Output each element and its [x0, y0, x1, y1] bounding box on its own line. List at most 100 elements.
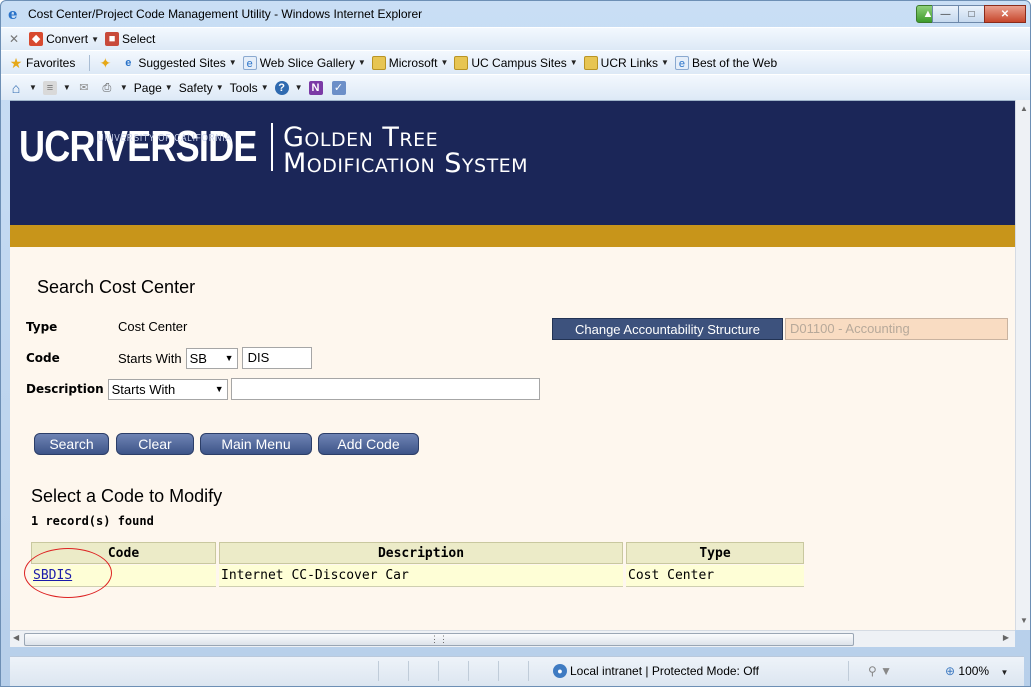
chevron-down-icon: ▼: [294, 83, 303, 92]
intranet-globe-icon: ●: [553, 664, 567, 678]
scroll-thumb[interactable]: ⋮⋮: [24, 633, 854, 646]
convert-toolbar: ✕ ◆ Convert ▼ ■ Select: [1, 27, 1030, 50]
scroll-right-icon[interactable]: ▶: [1003, 633, 1009, 642]
description-operator-select[interactable]: Starts With ▼: [107, 378, 228, 400]
favorites-label: Favorites: [26, 55, 76, 70]
add-code-button[interactable]: Add Code: [318, 433, 419, 455]
select-menu[interactable]: ■ Select: [105, 32, 155, 46]
chevron-down-icon: ▼: [215, 83, 224, 92]
system-title: Golden Tree Modification System: [283, 124, 529, 179]
home-icon: ⌂: [11, 79, 21, 96]
chevron-down-icon: ▼: [228, 58, 237, 67]
toolbar-close-icon[interactable]: ✕: [9, 32, 19, 46]
chevron-down-icon: ▼: [224, 353, 234, 363]
system-title-line2: Modification System: [283, 148, 529, 179]
chevron-down-icon: ▼: [62, 83, 71, 92]
code-input[interactable]: DIS: [241, 347, 312, 369]
status-divider: [528, 661, 529, 681]
code-prefix-select[interactable]: SB ▼: [185, 347, 238, 369]
add-favorite-button[interactable]: ✦: [98, 56, 115, 70]
help-icon: ?: [274, 80, 289, 95]
chevron-down-icon: ▼: [440, 58, 449, 67]
tools-menu[interactable]: Tools ▼: [230, 81, 269, 95]
header-gold-bar: [10, 225, 1015, 247]
folder-icon: [454, 55, 469, 70]
type-row: Type Cost Center: [26, 319, 187, 334]
fav-item-ucr-links[interactable]: UCR Links ▼: [583, 55, 669, 70]
fav-item-best-of-the-web[interactable]: e Best of the Web: [674, 55, 778, 70]
chevron-down-icon: ▼: [1000, 668, 1009, 677]
main-menu-button[interactable]: Main Menu: [200, 433, 312, 455]
page-menu[interactable]: Page ▼: [134, 81, 173, 95]
convert-menu[interactable]: ◆ Convert ▼: [29, 32, 99, 46]
ucr-logo: UCRIVERSIDE UNIVERSITY OF CALIFORNIA: [19, 125, 257, 169]
close-button[interactable]: ✕: [984, 5, 1026, 23]
feeds-button[interactable]: ≡ ▼: [42, 80, 71, 95]
maximize-button[interactable]: □: [958, 5, 984, 23]
code-operator-label: Starts With: [118, 350, 182, 366]
page-label: Page: [133, 80, 162, 95]
fav-label: Best of the Web: [691, 55, 778, 70]
home-button[interactable]: ⌂ ▼: [9, 81, 37, 95]
status-divider: [848, 661, 849, 681]
separator: [89, 54, 91, 71]
chevron-down-icon: ▼: [119, 83, 128, 92]
status-divider: [438, 661, 439, 681]
mail-button[interactable]: ✉: [77, 81, 94, 95]
research-button[interactable]: ✓: [331, 80, 349, 95]
fav-item-web-slice-gallery[interactable]: e Web Slice Gallery ▼: [242, 55, 366, 70]
fav-label: Microsoft: [388, 55, 438, 70]
page-title: Search Cost Center: [37, 277, 196, 297]
scroll-down-icon[interactable]: ▼: [1020, 616, 1028, 625]
window-controls: — □ ✕: [932, 5, 1026, 23]
page-content: UCRIVERSIDE UNIVERSITY OF CALIFORNIA Gol…: [10, 100, 1015, 630]
zoom-control[interactable]: ⊕ 100% ▼: [945, 664, 1008, 678]
chevron-down-icon: ▼: [214, 384, 224, 394]
description-input[interactable]: [230, 378, 540, 400]
print-button[interactable]: ⎙ ▼: [100, 81, 128, 95]
description-row: Description Starts With ▼: [26, 378, 540, 400]
minimize-button[interactable]: —: [932, 5, 958, 23]
column-header-description: Description: [219, 542, 623, 564]
vertical-scrollbar[interactable]: ▲ ▼: [1015, 100, 1030, 630]
fav-item-uc-campus-sites[interactable]: UC Campus Sites ▼: [454, 55, 578, 70]
onenote-button[interactable]: N: [308, 80, 326, 95]
status-divider: [408, 661, 409, 681]
chevron-down-icon: ▼: [569, 58, 578, 67]
tools-label: Tools: [229, 80, 258, 95]
results-heading: Select a Code to Modify: [31, 486, 223, 506]
onenote-icon: N: [308, 80, 323, 95]
add-favorite-icon: ✦: [99, 54, 112, 71]
fav-label: Web Slice Gallery: [259, 55, 355, 70]
code-prefix-value: SB: [189, 350, 207, 366]
fav-label: UC Campus Sites: [471, 55, 567, 70]
horizontal-scrollbar[interactable]: ◀ ⋮⋮ ▶: [10, 630, 1015, 647]
clear-button[interactable]: Clear: [116, 433, 194, 455]
fav-item-microsoft[interactable]: Microsoft ▼: [371, 55, 449, 70]
description-label: Description: [26, 382, 104, 396]
help-button[interactable]: ? ▼: [274, 80, 303, 95]
pdf-convert-icon: ◆: [29, 32, 44, 46]
results-table: Code Description Type SBDIS Internet CC-…: [28, 541, 807, 588]
table-row: SBDIS Internet CC-Discover Car Cost Cent…: [31, 565, 804, 587]
code-link[interactable]: SBDIS: [33, 568, 72, 583]
cell-type: Cost Center: [626, 565, 804, 587]
fav-item-suggested-sites[interactable]: e Suggested Sites ▼: [121, 56, 236, 70]
favorites-button[interactable]: ★ Favorites: [9, 54, 76, 71]
status-divider: [498, 661, 499, 681]
scroll-left-icon[interactable]: ◀: [13, 633, 19, 642]
safety-menu[interactable]: Safety ▼: [179, 81, 224, 95]
security-zone[interactable]: ● Local intranet | Protected Mode: Off: [553, 664, 759, 678]
privacy-icon[interactable]: ⚲ ▼: [868, 664, 892, 678]
printer-icon: ⎙: [102, 81, 112, 94]
chevron-down-icon: ▼: [661, 58, 669, 67]
change-accountability-button[interactable]: Change Accountability Structure: [552, 318, 783, 340]
table-header-row: Code Description Type: [31, 542, 804, 564]
chevron-down-icon: ▼: [29, 83, 37, 92]
cell-description: Internet CC-Discover Car: [219, 565, 623, 587]
window-title: Cost Center/Project Code Management Util…: [28, 7, 423, 21]
star-icon: ★: [9, 54, 23, 71]
search-button[interactable]: Search: [34, 433, 109, 455]
scroll-up-icon[interactable]: ▲: [1020, 104, 1028, 113]
column-header-type: Type: [626, 542, 804, 564]
